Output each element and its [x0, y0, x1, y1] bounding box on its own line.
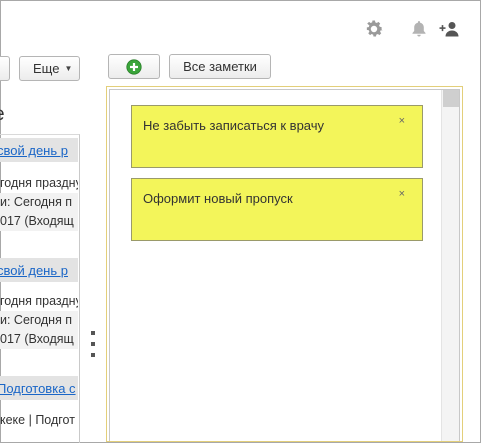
- notifications-bell-icon[interactable]: [409, 17, 429, 41]
- add-note-button[interactable]: [108, 54, 160, 79]
- plus-circle-icon: [126, 58, 142, 75]
- list-item-text: и: Сегодня п: [0, 193, 78, 212]
- notes-board: Не забыть записаться к врачу × Оформит н…: [106, 86, 463, 442]
- panel-title: е: [0, 104, 5, 126]
- left-toolbar-button[interactable]: [0, 56, 10, 81]
- more-button-label: Еще: [33, 61, 60, 76]
- panel-splitter-handle[interactable]: [91, 331, 96, 357]
- note-text: Не забыть записаться к врачу: [143, 118, 325, 133]
- vertical-scrollbar[interactable]: [441, 90, 459, 441]
- close-icon[interactable]: ×: [399, 188, 405, 200]
- note-card[interactable]: Оформит новый пропуск ×: [131, 178, 423, 241]
- activity-list: свой день р годня праздну и: Сегодня п 0…: [0, 134, 80, 443]
- scrollbar-thumb[interactable]: [443, 90, 459, 107]
- list-item-text: годня праздну: [0, 176, 78, 190]
- note-text: Оформит новый пропуск: [143, 191, 293, 206]
- more-button[interactable]: Еще ▼: [19, 56, 80, 81]
- list-item-text: 017 (Входящ: [0, 330, 78, 349]
- note-card[interactable]: Не забыть записаться к врачу ×: [131, 105, 423, 168]
- left-panel: Еще ▼ е свой день р годня праздну и: Сег…: [0, 0, 80, 443]
- chevron-down-icon: ▼: [64, 64, 73, 73]
- list-item-link[interactable]: свой день р: [0, 143, 68, 158]
- notes-area: Не забыть записаться к врачу × Оформит н…: [109, 89, 460, 441]
- list-item-text: и: Сегодня п: [0, 311, 78, 330]
- list-item-link[interactable]: Подготовка с: [0, 381, 76, 396]
- list-item-text: кеке | Подгот: [0, 413, 75, 427]
- all-notes-button[interactable]: Все заметки: [169, 54, 271, 79]
- add-user-icon[interactable]: [438, 17, 462, 41]
- close-icon[interactable]: ×: [399, 115, 405, 127]
- list-item-link[interactable]: свой день р: [0, 263, 68, 278]
- list-item-text: годня праздну: [0, 294, 78, 308]
- settings-gear-icon[interactable]: [362, 17, 386, 41]
- list-item-text: 017 (Входящ: [0, 212, 78, 231]
